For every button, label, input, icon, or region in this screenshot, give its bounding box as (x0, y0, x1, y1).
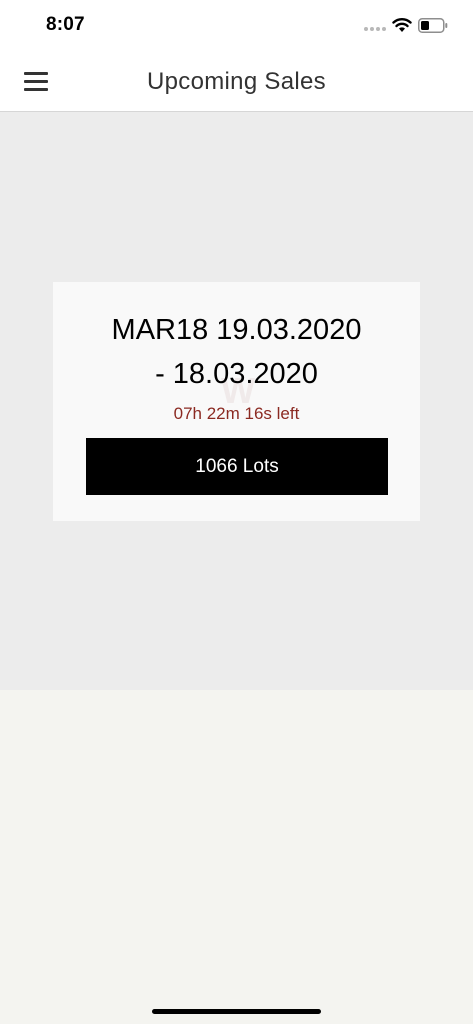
sales-hero-area: W MAR18 19.03.2020 - 18.03.2020 07h 22m … (0, 112, 473, 690)
sale-title-line1: MAR18 19.03.2020 (111, 314, 362, 346)
screen: 8:07 Upcoming Sales W MAR18 19.03.2020 -… (0, 0, 473, 1024)
status-bar: 8:07 (0, 0, 473, 52)
status-time: 8:07 (46, 14, 85, 35)
wifi-icon (392, 18, 412, 32)
sale-card[interactable]: W MAR18 19.03.2020 - 18.03.2020 07h 22m … (53, 282, 420, 521)
sale-title: MAR18 19.03.2020 - 18.03.2020 (53, 308, 420, 396)
countdown-timer: 07h 22m 16s left (173, 404, 300, 423)
home-indicator[interactable] (152, 1009, 321, 1014)
sale-title-line2: - 18.03.2020 (155, 358, 318, 390)
battery-icon (418, 18, 448, 33)
page-title: Upcoming Sales (147, 68, 326, 95)
navigation-bar: Upcoming Sales (0, 52, 473, 112)
cellular-signal-icon (364, 27, 386, 31)
lots-button[interactable]: 1066 Lots (86, 438, 388, 495)
